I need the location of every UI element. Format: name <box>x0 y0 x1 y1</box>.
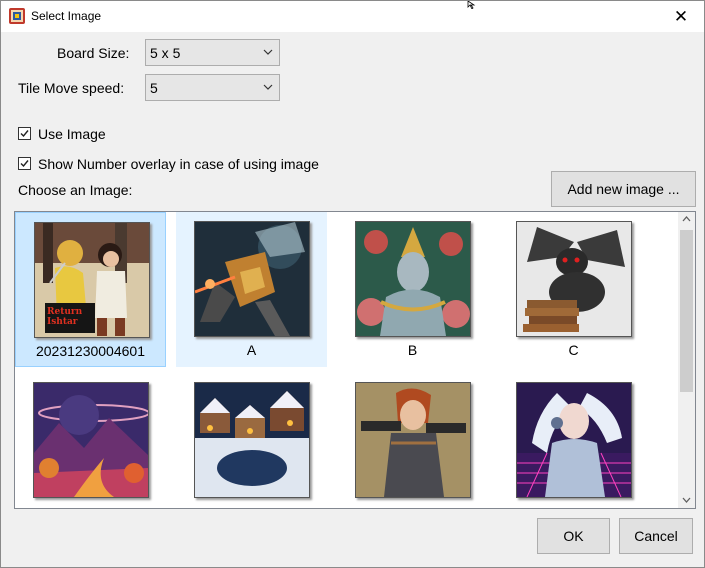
image-thumbnail <box>355 221 471 337</box>
image-caption: 20231230004601 <box>35 343 145 359</box>
checkmark-icon <box>20 130 29 138</box>
board-size-select[interactable]: 5 x 5 <box>145 39 280 66</box>
mouse-cursor-icon <box>467 1 476 9</box>
image-item-0[interactable]: Return Ishtar 20231230004601 <box>15 212 166 367</box>
image-caption: B <box>407 342 418 358</box>
image-thumbnail: Return Ishtar <box>34 222 150 338</box>
tile-speed-value: 5 <box>150 80 158 96</box>
add-new-image-button[interactable]: Add new image ... <box>551 171 696 207</box>
window-title: Select Image <box>31 9 102 23</box>
image-item-2[interactable]: B <box>337 212 488 367</box>
board-size-label: Board Size: <box>57 45 130 61</box>
image-item-1[interactable]: A <box>176 212 327 367</box>
chevron-down-icon <box>263 84 273 90</box>
image-item-7[interactable] <box>498 373 649 508</box>
show-number-checkbox[interactable] <box>18 157 31 170</box>
use-image-label[interactable]: Use Image <box>38 126 106 142</box>
choose-image-label: Choose an Image: <box>18 182 133 198</box>
image-item-3[interactable]: C <box>498 212 649 367</box>
image-caption: A <box>246 342 257 358</box>
tile-speed-label: Tile Move speed: <box>18 80 125 96</box>
use-image-checkbox[interactable] <box>18 127 31 140</box>
chevron-down-icon <box>263 49 273 55</box>
image-thumbnail <box>355 382 471 498</box>
image-item-5[interactable] <box>176 373 327 508</box>
image-list-scrollbar[interactable] <box>678 212 695 508</box>
image-item-6[interactable] <box>337 373 488 508</box>
image-item-4[interactable] <box>15 373 166 508</box>
title-bar: Select Image ✕ <box>1 1 704 32</box>
image-thumbnail <box>516 221 632 337</box>
tile-speed-select[interactable]: 5 <box>145 74 280 101</box>
close-icon[interactable]: ✕ <box>658 1 704 32</box>
image-thumbnail <box>33 382 149 498</box>
puzzle-app-icon <box>9 8 25 24</box>
show-number-label[interactable]: Show Number overlay in case of using ima… <box>38 156 319 172</box>
image-thumbnail <box>516 382 632 498</box>
ok-button[interactable]: OK <box>537 518 610 554</box>
image-caption: C <box>568 342 579 358</box>
scroll-up-icon[interactable] <box>682 216 691 222</box>
scrollbar-thumb[interactable] <box>680 230 693 392</box>
board-size-value: 5 x 5 <box>150 45 181 61</box>
scroll-down-icon[interactable] <box>682 497 691 503</box>
image-thumbnail <box>194 221 310 337</box>
checkmark-icon <box>20 160 29 168</box>
cancel-button[interactable]: Cancel <box>619 518 693 554</box>
image-thumbnail <box>194 382 310 498</box>
select-image-dialog: Select Image ✕ Board Size: 5 x 5 Tile Mo… <box>0 0 705 568</box>
return-of-ishtar-logo: Return Ishtar <box>47 307 83 327</box>
image-list[interactable]: Return Ishtar 20231230004601 A B C <box>14 211 696 509</box>
